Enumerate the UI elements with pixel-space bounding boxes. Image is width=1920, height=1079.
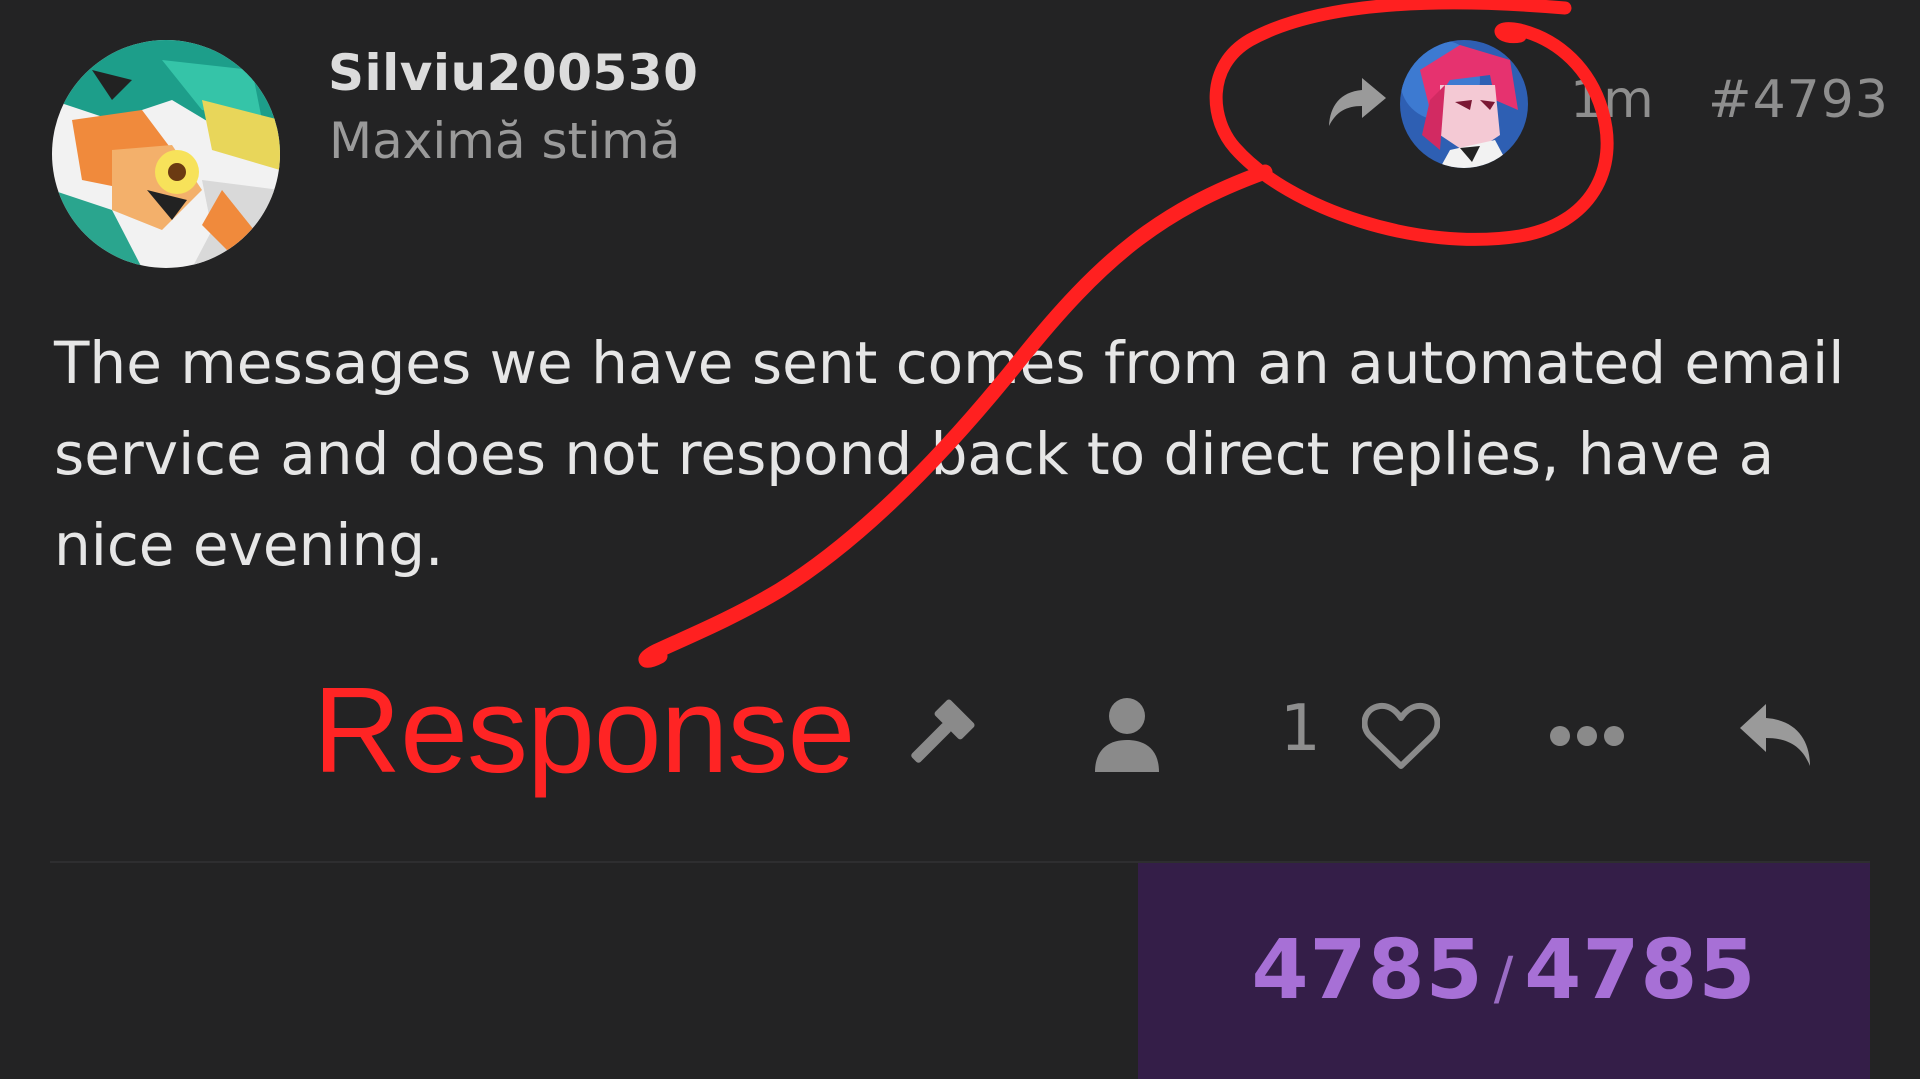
progress-current: 4785 bbox=[1251, 923, 1484, 1018]
post-time[interactable]: 1m bbox=[1570, 70, 1654, 130]
like-count: 1 bbox=[1280, 692, 1321, 766]
progress-separator: / bbox=[1493, 944, 1515, 1012]
post-body: The messages we have sent comes from an … bbox=[54, 329, 1845, 579]
author-user-title: Maximă stimă bbox=[329, 112, 681, 170]
post-page: Silviu200530 Maximă stimă 1m #4793 The m… bbox=[0, 0, 1920, 1079]
post-number[interactable]: #4793 bbox=[1708, 70, 1889, 130]
topic-progress[interactable]: 4785/4785 bbox=[1138, 863, 1870, 1079]
author-username[interactable]: Silviu200530 bbox=[328, 44, 698, 102]
author-avatar[interactable] bbox=[52, 40, 280, 268]
like-heart-icon[interactable] bbox=[1361, 700, 1441, 770]
more-options-icon[interactable] bbox=[1548, 724, 1626, 748]
topic-progress-text: 4785/4785 bbox=[1138, 923, 1870, 1018]
user-icon[interactable] bbox=[1092, 696, 1162, 774]
annotation-label: Response bbox=[313, 662, 855, 798]
reply-to-icon[interactable] bbox=[1326, 74, 1388, 130]
moderate-hammer-icon[interactable] bbox=[898, 694, 980, 776]
reply-to-avatar[interactable] bbox=[1400, 40, 1528, 168]
reply-icon[interactable] bbox=[1736, 700, 1816, 770]
progress-total: 4785 bbox=[1524, 923, 1757, 1018]
